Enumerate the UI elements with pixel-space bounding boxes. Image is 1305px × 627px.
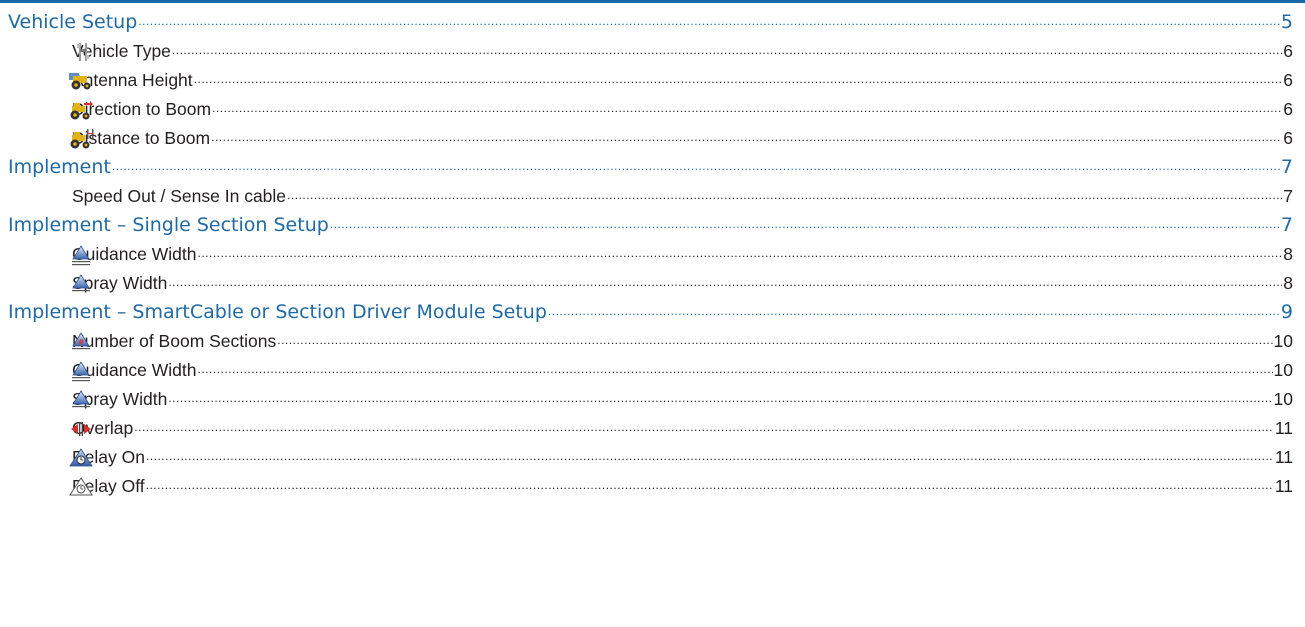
toc-entry-antenna-height[interactable]: Antenna Height 6 — [0, 66, 1305, 95]
dot-leader — [172, 34, 1282, 65]
toc-entry-title: Implement – Single Section Setup — [8, 214, 329, 236]
toc-entry-page: 9 — [1280, 301, 1293, 323]
antenna-height-icon — [67, 70, 95, 92]
dot-leader — [138, 5, 1280, 36]
toc-entry-implement-smartcable-sdm-setup[interactable]: Implement – SmartCable or Section Driver… — [0, 298, 1305, 327]
toc-entry-page: 5 — [1280, 11, 1293, 33]
toc-entry-guidance-width[interactable]: Guidance Width 10 — [0, 356, 1305, 385]
dot-leader — [134, 411, 1274, 442]
toc-entry-title: Speed Out / Sense In cable — [72, 186, 287, 206]
spray-width-icon — [67, 273, 95, 295]
overlap-icon — [67, 418, 95, 440]
toc-entry-number-of-boom-sections[interactable]: # Number of Boom Sections 10 — [0, 327, 1305, 356]
toc-entry-overlap[interactable]: Overlap 11 — [0, 414, 1305, 443]
guidance-width-icon — [67, 244, 95, 266]
dot-leader — [146, 469, 1274, 500]
toc-entry-delay-on[interactable]: Delay On 11 — [0, 443, 1305, 472]
dot-leader — [548, 295, 1280, 326]
svg-text:#: # — [78, 338, 85, 347]
toc-entry-direction-to-boom[interactable]: Direction to Boom 6 — [0, 95, 1305, 124]
toc-entry-page: 10 — [1273, 389, 1293, 409]
toc-entry-spray-width[interactable]: Spray Width 8 — [0, 269, 1305, 298]
dot-leader — [211, 121, 1282, 152]
toc-entry-title: Implement — [8, 156, 111, 178]
dot-leader — [287, 179, 1282, 210]
dot-leader — [168, 382, 1272, 413]
toc-entry-page: 6 — [1283, 70, 1293, 90]
dot-leader — [277, 324, 1272, 355]
toc-entry-page: 7 — [1280, 214, 1293, 236]
dot-leader — [112, 150, 1280, 181]
toc-entry-page: 7 — [1280, 156, 1293, 178]
toc-entry-spray-width[interactable]: Spray Width 10 — [0, 385, 1305, 414]
delay-on-icon — [67, 447, 95, 469]
toc-entry-speed-out-sense-in-cable[interactable]: Speed Out / Sense In cable 7 — [0, 182, 1305, 211]
dot-leader — [168, 266, 1282, 297]
table-of-contents: Vehicle Setup 5 Vehicle Type 6 — [0, 8, 1305, 501]
toc-entry-page: 11 — [1274, 447, 1293, 467]
dot-leader — [330, 208, 1280, 239]
dot-leader — [198, 353, 1273, 384]
toc-entry-page: 6 — [1283, 128, 1293, 148]
toc-entry-page: 10 — [1273, 331, 1293, 351]
toc-entry-page: 6 — [1283, 41, 1293, 61]
toc-entry-page: 6 — [1283, 99, 1293, 119]
toc-entry-vehicle-type[interactable]: Vehicle Type 6 — [0, 37, 1305, 66]
spray-width-icon — [67, 389, 95, 411]
dot-leader — [198, 237, 1283, 268]
toc-entry-title: Implement – SmartCable or Section Driver… — [8, 301, 547, 323]
toc-entry-page: 8 — [1283, 244, 1293, 264]
toc-entry-page: 11 — [1274, 476, 1293, 496]
delay-off-icon — [67, 476, 95, 498]
toc-entry-page: 11 — [1274, 418, 1293, 438]
toc-entry-page: 7 — [1283, 186, 1293, 206]
toc-entry-distance-to-boom[interactable]: Distance to Boom 6 — [0, 124, 1305, 153]
dot-leader — [146, 440, 1274, 471]
dot-leader — [212, 92, 1282, 123]
toc-entry-delay-off[interactable]: Delay Off 11 — [0, 472, 1305, 501]
number-of-boom-sections-icon: # — [67, 331, 95, 353]
vehicle-type-icon — [67, 41, 95, 63]
toc-entry-implement[interactable]: Implement 7 — [0, 153, 1305, 182]
toc-entry-implement-single-section-setup[interactable]: Implement – Single Section Setup 7 — [0, 211, 1305, 240]
top-rule — [0, 0, 1305, 3]
guidance-width-icon — [67, 360, 95, 382]
toc-entry-guidance-width[interactable]: Guidance Width 8 — [0, 240, 1305, 269]
toc-entry-page: 10 — [1273, 360, 1293, 380]
toc-entry-title: Number of Boom Sections — [72, 331, 277, 351]
distance-to-boom-icon — [67, 128, 95, 150]
dot-leader — [194, 63, 1283, 94]
toc-entry-title: Vehicle Setup — [8, 11, 138, 33]
direction-to-boom-icon — [67, 99, 95, 121]
toc-entry-page: 8 — [1283, 273, 1293, 293]
toc-entry-vehicle-setup[interactable]: Vehicle Setup 5 — [0, 8, 1305, 37]
